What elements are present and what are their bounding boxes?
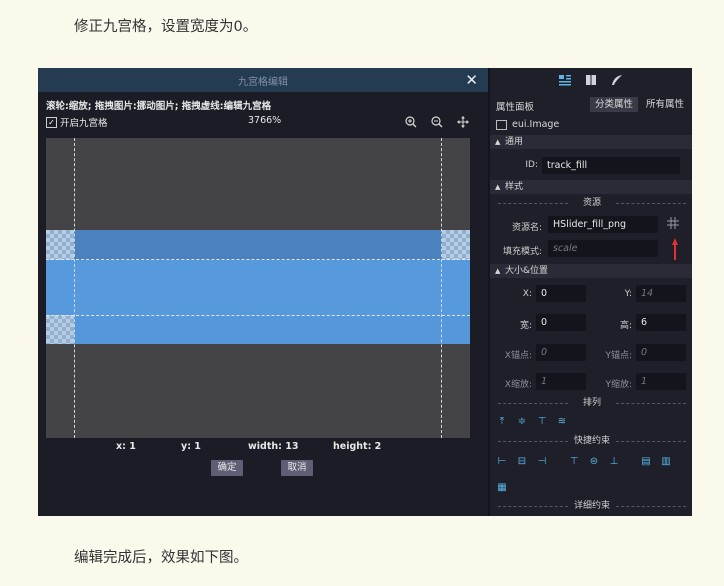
- tab-all-properties[interactable]: 所有属性: [642, 97, 688, 112]
- resource-subheader-label: 资源: [582, 198, 601, 208]
- arrange-subheader-label: 排列: [582, 398, 601, 408]
- fill-height-icon[interactable]: ▥: [660, 456, 672, 468]
- slice-height: height: 2: [333, 441, 382, 452]
- y-field[interactable]: 14: [636, 285, 686, 302]
- nine-slice-grid-icon[interactable]: [666, 217, 680, 231]
- section-style[interactable]: ▲ 样式: [490, 180, 692, 194]
- scale-x-field[interactable]: 1: [536, 373, 586, 390]
- transparent-corner-top-left: [46, 230, 74, 260]
- align-center-h-icon[interactable]: ⊟: [516, 456, 528, 468]
- slice-guide-left[interactable]: [74, 138, 75, 438]
- width-label: 宽:: [519, 321, 532, 331]
- collapse-arrow-icon: ▲: [495, 138, 501, 146]
- zoom-out-icon[interactable]: [431, 116, 443, 128]
- properties-icon[interactable]: [558, 73, 572, 87]
- dialog-title: 九宫格编辑: [238, 77, 288, 88]
- align-top-icon[interactable]: ⊤: [568, 456, 580, 468]
- annotation-arrow-shaft: [674, 244, 676, 260]
- anchor-y-label: Y锚点:: [605, 351, 632, 361]
- align-left-icon[interactable]: ⊢: [496, 456, 508, 468]
- slice-x: x: 1: [116, 441, 136, 452]
- resource-subheader: 资源: [496, 198, 688, 208]
- y-label: Y:: [624, 289, 632, 299]
- checkbox-check-icon[interactable]: ✓: [46, 116, 57, 128]
- slice-row-middle: [46, 260, 470, 315]
- send-to-back-icon[interactable]: ≋: [556, 416, 568, 428]
- resource-name-field[interactable]: HSlider_fill_png: [548, 216, 658, 233]
- align-right-icon[interactable]: ⊣: [536, 456, 548, 468]
- editor-screenshot: 九宫格编辑 ✕ 滚轮:缩放; 拖拽图片:挪动图片; 拖拽虚线:编辑九宫格 ✓ 开…: [38, 68, 692, 516]
- slice-width: width: 13: [248, 441, 299, 452]
- height-label: 高:: [619, 321, 632, 331]
- zoom-in-icon[interactable]: [405, 116, 417, 128]
- bring-to-front-icon[interactable]: ⤒: [496, 416, 508, 428]
- id-label: ID:: [525, 160, 538, 170]
- send-backward-icon[interactable]: ⊤: [536, 416, 548, 428]
- component-name: eui.Image: [512, 119, 560, 130]
- slice-row-bottom: [46, 315, 470, 344]
- bring-forward-icon[interactable]: ≑: [516, 416, 528, 428]
- section-general[interactable]: ▲ 通用: [490, 135, 692, 149]
- property-panel: 属性面板 分类属性 所有属性 eui.Image ▲ 通用 ID: track_f…: [488, 68, 692, 516]
- component-type: eui.Image: [496, 119, 559, 130]
- feather-icon[interactable]: [610, 73, 624, 87]
- tab-category-properties[interactable]: 分类属性: [590, 97, 638, 112]
- align-bottom-icon[interactable]: ⊥: [608, 456, 620, 468]
- align-center-v-icon[interactable]: ⊜: [588, 456, 600, 468]
- anchor-y-field[interactable]: 0: [636, 344, 686, 361]
- slice-guide-bottom[interactable]: [46, 315, 470, 316]
- slice-preview-canvas[interactable]: [46, 138, 470, 438]
- article-text-top: 修正九宫格，设置宽度为0。: [74, 19, 258, 35]
- detail-constraint-subheader-label: 详细约束: [573, 501, 610, 511]
- section-size-position[interactable]: ▲ 大小&位置: [490, 264, 692, 278]
- fill-mode-label: 填充模式:: [502, 247, 542, 257]
- checkbox-label: 开启九宫格: [60, 118, 108, 129]
- slice-y: y: 1: [181, 441, 201, 452]
- fill-width-icon[interactable]: ▤: [640, 456, 652, 468]
- fill-mode-field[interactable]: scale: [548, 240, 658, 257]
- enable-nine-slice-checkbox[interactable]: ✓ 开启九宫格: [46, 115, 108, 129]
- usage-hint: 滚轮:缩放; 拖拽图片:挪动图片; 拖拽虚线:编辑九宫格: [46, 101, 272, 112]
- section-style-label: 样式: [505, 182, 524, 192]
- close-icon[interactable]: ✕: [465, 70, 478, 90]
- width-field[interactable]: 0: [536, 314, 586, 331]
- dialog-titlebar[interactable]: 九宫格编辑 ✕: [38, 68, 488, 92]
- zoom-level: 3766%: [248, 115, 282, 126]
- fill-parent-icon[interactable]: ▦: [496, 482, 508, 494]
- constraint-subheader-label: 快捷约束: [573, 436, 610, 446]
- anchor-x-label: X锚点:: [504, 351, 532, 361]
- slice-guide-top[interactable]: [46, 259, 470, 260]
- book-icon[interactable]: [584, 73, 598, 87]
- id-field[interactable]: track_fill: [542, 157, 680, 174]
- cancel-button[interactable]: 取消: [281, 460, 313, 476]
- collapse-arrow-icon: ▲: [495, 183, 501, 191]
- section-general-label: 通用: [505, 137, 524, 147]
- image-icon: [496, 119, 507, 130]
- anchor-x-field[interactable]: 0: [536, 344, 586, 361]
- collapse-arrow-icon: ▲: [495, 267, 501, 275]
- x-label: X:: [522, 289, 532, 299]
- panel-title: 属性面板: [496, 102, 535, 113]
- scale-y-field[interactable]: 1: [636, 373, 686, 390]
- detail-constraint-subheader: 详细约束: [496, 501, 688, 511]
- fit-view-icon[interactable]: [457, 116, 469, 128]
- transparent-corner-bottom-left: [46, 315, 74, 344]
- x-field[interactable]: 0: [536, 285, 586, 302]
- ok-button[interactable]: 确定: [211, 460, 243, 476]
- article-text-bottom: 编辑完成后，效果如下图。: [74, 550, 248, 566]
- slice-guide-right[interactable]: [441, 138, 442, 438]
- scale-x-label: X缩放:: [504, 380, 532, 390]
- arrange-subheader: 排列: [496, 398, 688, 408]
- height-field[interactable]: 6: [636, 314, 686, 331]
- resource-name-label: 资源名:: [511, 223, 542, 233]
- slice-row-top: [46, 230, 470, 260]
- nine-slice-dialog: 九宫格编辑 ✕ 滚轮:缩放; 拖拽图片:挪动图片; 拖拽虚线:编辑九宫格 ✓ 开…: [38, 68, 488, 516]
- panel-toolbar: [490, 68, 692, 94]
- section-size-position-label: 大小&位置: [505, 266, 549, 276]
- constraint-subheader: 快捷约束: [496, 436, 688, 446]
- scale-y-label: Y缩放:: [605, 380, 632, 390]
- transparent-corner-top-right: [442, 230, 470, 260]
